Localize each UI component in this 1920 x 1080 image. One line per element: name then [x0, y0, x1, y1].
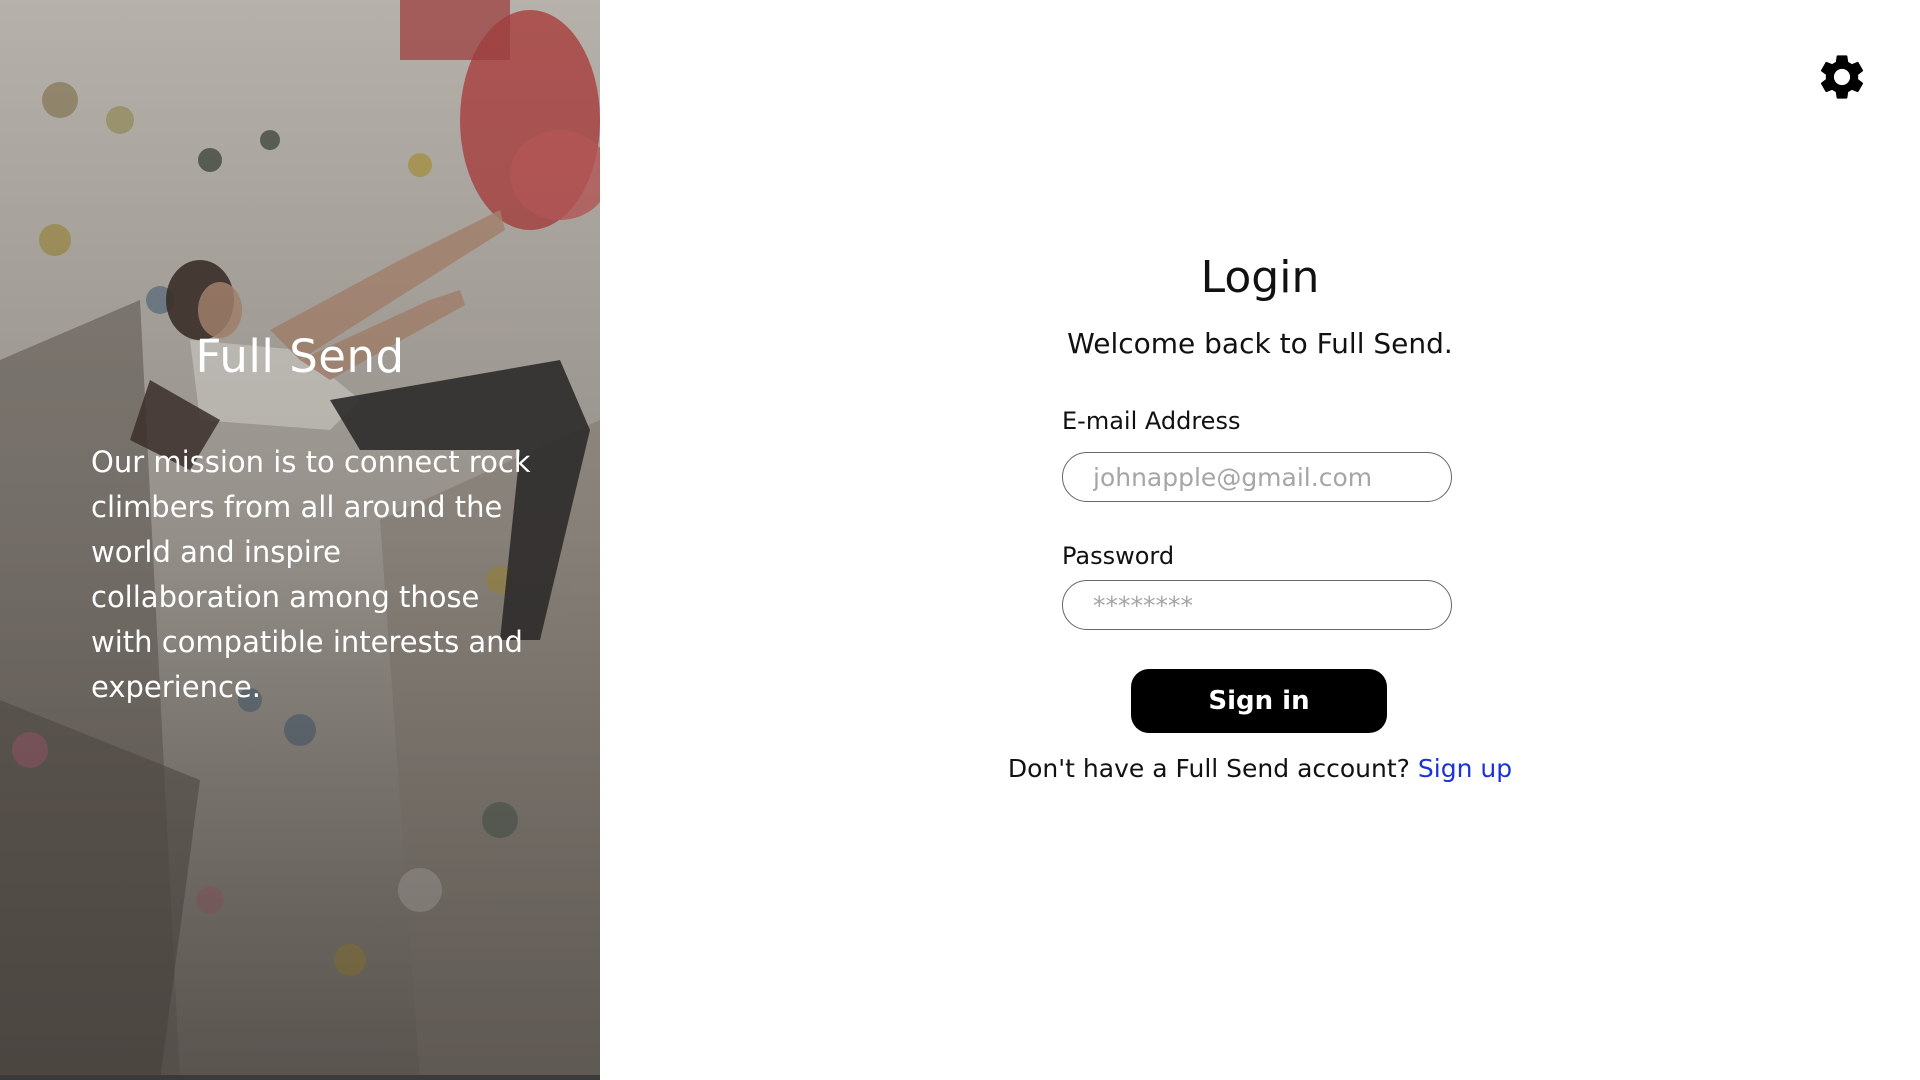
gear-icon: [1820, 55, 1864, 99]
hero-panel: Full Send Our mission is to connect rock…: [0, 0, 600, 1080]
password-label: Password: [1062, 542, 1175, 570]
sign-up-link[interactable]: Sign up: [1418, 754, 1512, 783]
email-field[interactable]: [1062, 452, 1452, 502]
brand-title: Full Send: [195, 330, 405, 383]
signup-prompt-line: Don't have a Full Send account? Sign up: [960, 754, 1560, 783]
login-title: Login: [1200, 252, 1320, 303]
signup-prompt: Don't have a Full Send account?: [1007, 754, 1410, 783]
sign-in-button[interactable]: Sign in: [1131, 669, 1387, 733]
hero-bottom-border: [0, 1075, 600, 1080]
login-page: Full Send Our mission is to connect rock…: [0, 0, 1920, 1080]
password-field[interactable]: [1062, 580, 1452, 630]
login-subtitle: Welcome back to Full Send.: [1067, 327, 1453, 360]
settings-button[interactable]: [1815, 50, 1869, 104]
email-label: E-mail Address: [1062, 407, 1241, 435]
mission-statement: Our mission is to connect rock climbers …: [91, 445, 531, 704]
